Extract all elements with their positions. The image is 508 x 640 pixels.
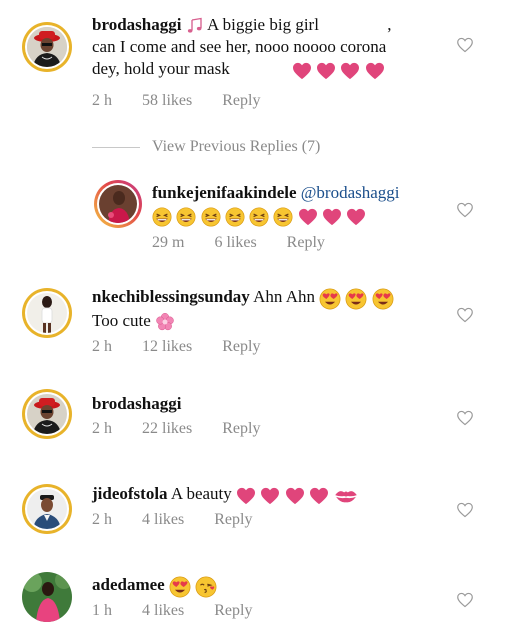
comment-text: A beauty <box>170 484 232 503</box>
username[interactable]: jideofstola <box>92 484 168 503</box>
heart-emoji-icon <box>292 62 312 80</box>
heart-emoji-icon <box>346 208 366 226</box>
avatar-image <box>27 394 67 434</box>
likes-count[interactable]: 6 likes <box>214 234 256 251</box>
heart-icon[interactable] <box>456 37 474 53</box>
reply-button[interactable]: Reply <box>222 338 260 355</box>
mention-link[interactable]: @brodashaggi <box>301 183 400 202</box>
comment-3: nkechiblessingsunday Ahn Ahn Too cute 2 … <box>0 280 508 370</box>
heart-eyes-emoji-icon <box>372 288 394 310</box>
heart-icon[interactable] <box>456 307 474 323</box>
heart-emoji-icon <box>316 62 336 80</box>
heart-emoji-icon <box>236 487 256 505</box>
heart-emoji-icon <box>365 62 385 80</box>
comment-text: dey, hold your mask <box>92 59 230 78</box>
comment-2: funkejenifaakindele @brodashaggi 29 m 6 … <box>0 170 508 270</box>
cherry-blossom-icon <box>155 312 175 332</box>
comment-text: can I come and see her, nooo noooo coron… <box>92 37 387 56</box>
heart-eyes-emoji-icon <box>319 288 341 310</box>
musical-notes-icon <box>186 17 204 35</box>
laughing-emoji-icon <box>249 207 269 227</box>
comment-text: Too cute <box>92 310 151 330</box>
laughing-emoji-icon <box>273 207 293 227</box>
heart-emoji-icon <box>260 487 280 505</box>
comment-text-tail: , <box>387 15 392 34</box>
likes-count[interactable]: 4 likes <box>142 511 184 528</box>
timestamp: 1 h <box>92 602 112 619</box>
timestamp: 2 h <box>92 420 112 437</box>
likes-count[interactable]: 4 likes <box>142 602 184 619</box>
reply-button[interactable]: Reply <box>222 420 260 437</box>
reply-button[interactable]: Reply <box>214 511 252 528</box>
heart-emoji-icon <box>285 487 305 505</box>
comment-6: adedamee 1 h 4 likes Reply <box>0 566 508 640</box>
avatar[interactable] <box>94 180 142 228</box>
avatar <box>22 572 72 622</box>
avatar[interactable] <box>22 22 72 72</box>
likes-count[interactable]: 58 likes <box>142 92 192 109</box>
view-previous-label[interactable]: View Previous Replies (7) <box>152 138 320 155</box>
divider <box>92 146 140 148</box>
kissing-face-emoji-icon <box>195 576 217 598</box>
avatar-image <box>22 572 72 622</box>
laughing-emoji-icon <box>201 207 221 227</box>
username[interactable]: brodashaggi <box>92 15 181 34</box>
username[interactable]: brodashaggi <box>92 394 181 413</box>
heart-icon[interactable] <box>456 202 474 218</box>
avatar[interactable] <box>22 484 72 534</box>
heart-emoji-icon <box>309 487 329 505</box>
heart-eyes-emoji-icon <box>169 576 191 598</box>
heart-emoji-icon <box>322 208 342 226</box>
comment-text: A biggie big girl <box>207 15 319 34</box>
likes-count[interactable]: 22 likes <box>142 420 192 437</box>
laughing-emoji-icon <box>176 207 196 227</box>
laughing-emoji-icon <box>152 207 172 227</box>
comment-1: brodashaggi A biggie big girl , can I co… <box>0 0 508 125</box>
heart-icon[interactable] <box>456 410 474 426</box>
avatar[interactable] <box>22 389 72 439</box>
likes-count[interactable]: 12 likes <box>142 338 192 355</box>
heart-icon[interactable] <box>456 592 474 608</box>
heart-eyes-emoji-icon <box>345 288 367 310</box>
comment-5: jideofstola A beauty 2 h 4 likes Reply <box>0 476 508 556</box>
comment-text: Ahn Ahn <box>253 287 315 306</box>
timestamp: 2 h <box>92 338 112 355</box>
username[interactable]: funkejenifaakindele <box>152 183 297 202</box>
reply-button[interactable]: Reply <box>287 234 325 251</box>
username[interactable]: nkechiblessingsunday <box>92 287 250 306</box>
reply-button[interactable]: Reply <box>222 92 260 109</box>
timestamp: 2 h <box>92 511 112 528</box>
comment-4: brodashaggi 2 h 22 likes Reply <box>0 385 508 470</box>
laughing-emoji-icon <box>225 207 245 227</box>
avatar-image <box>27 489 67 529</box>
timestamp: 29 m <box>152 234 185 251</box>
username[interactable]: adedamee <box>92 575 165 594</box>
avatar[interactable] <box>22 288 72 338</box>
heart-icon[interactable] <box>456 502 474 518</box>
avatar-image <box>27 293 67 333</box>
avatar-image <box>99 185 137 223</box>
view-previous-replies[interactable]: View Previous Replies (7) <box>92 138 320 156</box>
reply-button[interactable]: Reply <box>214 602 252 619</box>
heart-emoji-icon <box>298 208 318 226</box>
avatar-image <box>27 27 67 67</box>
timestamp: 2 h <box>92 92 112 109</box>
kiss-mark-icon <box>333 487 359 505</box>
heart-emoji-icon <box>340 62 360 80</box>
